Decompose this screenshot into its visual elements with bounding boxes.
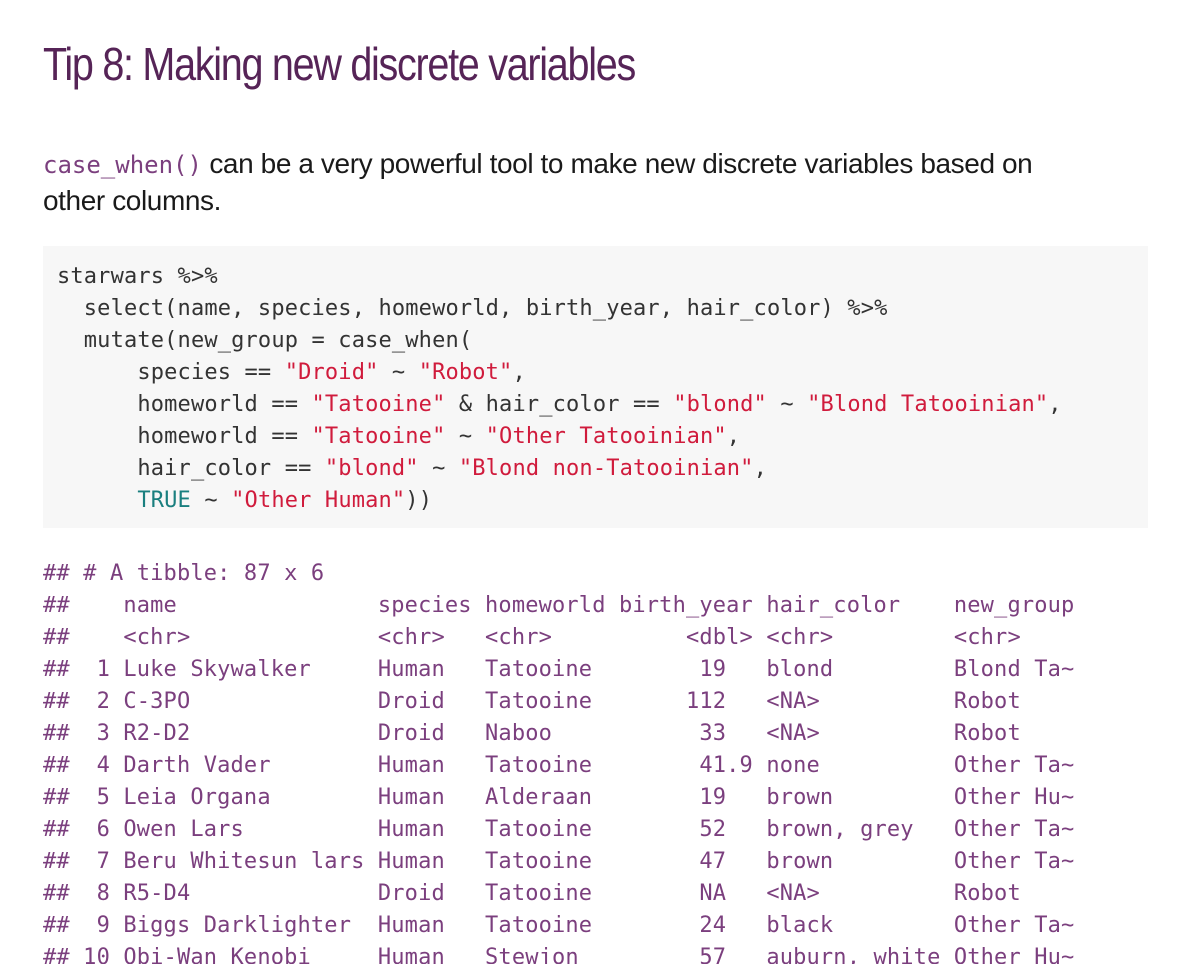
code-string: "Tatooine" (311, 424, 446, 449)
output-line: ## 9 Biggs Darklighter Human Tatooine 24… (43, 913, 1075, 938)
output-line: ## 7 Beru Whitesun lars Human Tatooine 4… (43, 849, 1075, 874)
code-token: & hair_color == (445, 392, 674, 417)
code-string: "Droid" (284, 360, 379, 385)
code-string: "Blond Tatooinian" (807, 392, 1049, 417)
code-string: "Blond non-Tatooinian" (458, 456, 754, 481)
code-line: TRUE ~ "Other Human")) (57, 485, 1148, 517)
code-token: , (512, 360, 526, 385)
console-output: ## # A tibble: 87 x 6 ## name species hom… (43, 558, 1074, 964)
code-token: select(name, species, homeworld, birth_y… (57, 296, 888, 321)
code-line: species == "Droid" ~ "Robot", (57, 357, 1148, 389)
output-line: ## 6 Owen Lars Human Tatooine 52 brown, … (43, 817, 1075, 842)
code-string: "Tatooine" (311, 392, 446, 417)
code-keyword: TRUE (137, 488, 191, 513)
output-line: ## 4 Darth Vader Human Tatooine 41.9 non… (43, 753, 1075, 778)
code-token: homeworld == (57, 392, 312, 417)
code-string: "blond" (324, 456, 419, 481)
code-token: ~ (190, 488, 232, 513)
code-block: starwars %>% select(name, species, homew… (43, 246, 1148, 528)
code-lines: starwars %>% select(name, species, homew… (57, 261, 1148, 517)
code-token: ~ (418, 456, 459, 481)
output-line: ## 3 R2-D2 Droid Naboo 33 <NA> Robot (43, 721, 1021, 746)
code-line: homeworld == "Tatooine" ~ "Other Tatooin… (57, 421, 1148, 453)
code-line: mutate(new_group = case_when( (57, 325, 1148, 357)
code-token: , (1048, 392, 1062, 417)
code-token: ~ (766, 392, 808, 417)
code-token: , (726, 424, 741, 449)
output-line: ## 5 Leia Organa Human Alderaan 19 brown… (43, 785, 1075, 810)
output-line: ## 2 C-3PO Droid Tatooine 112 <NA> Robot (43, 689, 1021, 714)
code-token: species == (57, 360, 285, 385)
code-token: ~ (378, 360, 419, 385)
code-line: select(name, species, homeworld, birth_y… (57, 293, 1148, 325)
code-token: starwars %>% (57, 264, 218, 289)
code-token: )) (405, 488, 433, 513)
output-line: ## 10 Obi-Wan Kenobi Human Stewjon 57 au… (43, 945, 1075, 964)
intro-text-line-1: can be a very powerful tool to make new … (201, 148, 1033, 179)
code-line: hair_color == "blond" ~ "Blond non-Tatoo… (57, 453, 1148, 485)
intro-paragraph: case_when() can be a very powerful tool … (43, 146, 1143, 219)
code-string: "Robot" (418, 360, 513, 385)
code-string: "Other Human" (231, 488, 406, 513)
code-token: homeworld == (57, 424, 312, 449)
code-token: , (753, 456, 767, 481)
page-title: Tip 8: Making new discrete variables (43, 38, 636, 90)
output-line: ## # A tibble: 87 x 6 (43, 561, 325, 586)
code-string: "Other Tatooinian" (485, 424, 727, 449)
output-line: ## 1 Luke Skywalker Human Tatooine 19 bl… (43, 657, 1075, 682)
code-token: ~ (445, 424, 486, 449)
code-line: homeworld == "Tatooine" & hair_color == … (57, 389, 1148, 421)
output-line: ## 8 R5-D4 Droid Tatooine NA <NA> Robot (43, 881, 1021, 906)
code-string: "blond" (673, 392, 767, 417)
code-token: mutate(new_group = case_when( (57, 328, 473, 353)
code-line: starwars %>% (57, 261, 1148, 293)
inline-code-case-when: case_when() (43, 151, 202, 179)
code-token: hair_color == (57, 456, 325, 481)
slide: Tip 8: Making new discrete variables cas… (0, 0, 1191, 964)
output-line: ## <chr> <chr> <chr> <dbl> <chr> <chr> (43, 625, 1021, 650)
intro-text-line-2: other columns. (43, 185, 222, 216)
output-line: ## name species homeworld birth_year hai… (43, 593, 1075, 618)
